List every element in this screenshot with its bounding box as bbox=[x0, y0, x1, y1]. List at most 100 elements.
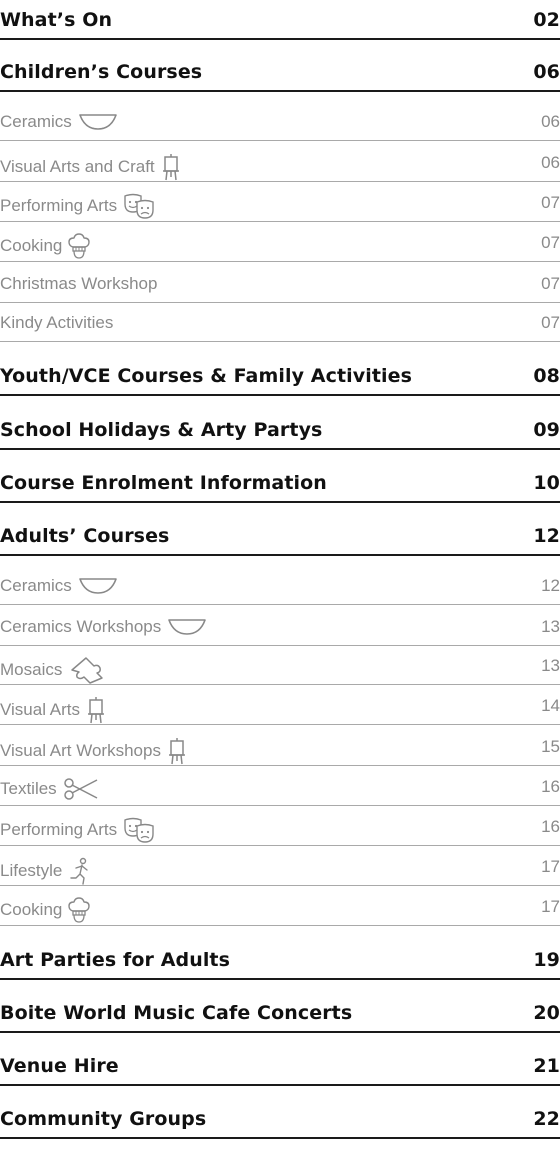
toc-entry-adult-performing-arts[interactable]: Performing Arts 16 bbox=[0, 811, 560, 846]
easel-icon bbox=[167, 737, 187, 765]
running-person-icon bbox=[68, 857, 92, 885]
toc-entry-course-enrolment[interactable]: Course Enrolment Information 10 bbox=[0, 467, 560, 503]
toc-page-number: 22 bbox=[533, 1108, 560, 1130]
toc-title-text: Ceramics bbox=[0, 112, 72, 131]
bowl-icon bbox=[167, 617, 207, 637]
toc-title: Christmas Workshop bbox=[0, 274, 157, 294]
toc-page-number: 06 bbox=[541, 153, 560, 172]
toc-page-number: 13 bbox=[541, 656, 560, 675]
table-of-contents: What’s On 02 Children’s Courses 06 Ceramics 0… bbox=[0, 0, 560, 1162]
toc-entry-adult-ceramics[interactable]: Ceramics 12 bbox=[0, 570, 560, 605]
toc-title-text: Boite World Music Cafe Concerts bbox=[0, 1002, 353, 1024]
toc-title-text: Christmas Workshop bbox=[0, 274, 158, 293]
toc-entry-art-parties-adults[interactable]: Art Parties for Adults 19 bbox=[0, 944, 560, 980]
toc-title-text: Ceramics Workshops bbox=[0, 617, 162, 636]
toc-entry-community-groups[interactable]: Community Groups 22 bbox=[0, 1103, 560, 1139]
toc-title: Children’s Courses bbox=[0, 61, 202, 83]
toc-title: Textiles bbox=[0, 777, 99, 801]
toc-entry-children-cooking[interactable]: Cooking 07 bbox=[0, 227, 560, 262]
toc-title-text: Adults’ Courses bbox=[0, 525, 170, 547]
toc-title-text: Visual Art Workshops bbox=[0, 741, 161, 760]
toc-entry-visual-art-workshops[interactable]: Visual Art Workshops 15 bbox=[0, 731, 560, 766]
toc-page-number: 07 bbox=[541, 233, 560, 252]
toc-title-text: Youth/VCE Courses & Family Activities bbox=[0, 365, 413, 387]
toc-entry-boite-world-music[interactable]: Boite World Music Cafe Concerts 20 bbox=[0, 997, 560, 1033]
toc-entry-adult-cooking[interactable]: Cooking 17 bbox=[0, 891, 560, 926]
toc-title: Ceramics Workshops bbox=[0, 617, 207, 637]
toc-entry-textiles[interactable]: Textiles 16 bbox=[0, 771, 560, 806]
toc-entry-children-performing-arts[interactable]: Performing Arts 07 bbox=[0, 187, 560, 222]
toc-page-number: 12 bbox=[541, 576, 560, 595]
toc-title-text: Art Parties for Adults bbox=[0, 949, 231, 971]
chef-hat-icon bbox=[68, 233, 91, 259]
toc-page-number: 09 bbox=[533, 419, 560, 441]
toc-entry-children-visual-arts-and-craft[interactable]: Visual Arts and Craft 06 bbox=[0, 147, 560, 182]
bowl-icon bbox=[78, 576, 118, 596]
toc-title: School Holidays & Arty Partys bbox=[0, 419, 322, 441]
toc-title: Visual Arts bbox=[0, 696, 106, 724]
toc-entry-youth-vce[interactable]: Youth/VCE Courses & Family Activities 08 bbox=[0, 360, 560, 396]
toc-title-text: Course Enrolment Information bbox=[0, 472, 327, 494]
toc-title-text: Community Groups bbox=[0, 1108, 207, 1130]
mosaic-tile-icon bbox=[68, 656, 106, 684]
toc-title: Visual Art Workshops bbox=[0, 737, 187, 765]
toc-page-number: 17 bbox=[541, 857, 560, 876]
toc-page-number: 12 bbox=[533, 525, 560, 547]
bowl-icon bbox=[78, 112, 118, 132]
toc-entry-adults-courses[interactable]: Adults’ Courses 12 bbox=[0, 520, 560, 556]
toc-title: Performing Arts bbox=[0, 193, 157, 219]
toc-entry-christmas-workshop[interactable]: Christmas Workshop 07 bbox=[0, 268, 560, 303]
toc-title: Cooking bbox=[0, 233, 91, 259]
toc-title: Boite World Music Cafe Concerts bbox=[0, 1002, 352, 1024]
toc-entry-school-holidays[interactable]: School Holidays & Arty Partys 09 bbox=[0, 414, 560, 450]
scissors-icon bbox=[63, 777, 99, 801]
toc-entry-children-ceramics[interactable]: Ceramics 06 bbox=[0, 106, 560, 141]
toc-entry-whats-on[interactable]: What’s On 02 bbox=[0, 4, 560, 40]
toc-title: Ceramics bbox=[0, 576, 118, 596]
toc-page-number: 15 bbox=[541, 737, 560, 756]
toc-title-text: School Holidays & Arty Partys bbox=[0, 419, 323, 441]
toc-page-number: 21 bbox=[533, 1055, 560, 1077]
toc-title-text: Performing Arts bbox=[0, 820, 118, 839]
toc-title-text: Kindy Activities bbox=[0, 313, 114, 332]
toc-title-text: Mosaics bbox=[0, 660, 63, 679]
toc-title: Venue Hire bbox=[0, 1055, 119, 1077]
toc-page-number: 17 bbox=[541, 897, 560, 916]
easel-icon bbox=[86, 696, 106, 724]
toc-page-number: 13 bbox=[541, 617, 560, 636]
toc-page-number: 19 bbox=[533, 949, 560, 971]
toc-title: Youth/VCE Courses & Family Activities bbox=[0, 365, 412, 387]
toc-entry-lifestyle[interactable]: Lifestyle 17 bbox=[0, 851, 560, 886]
toc-page-number: 16 bbox=[541, 817, 560, 836]
toc-title: Art Parties for Adults bbox=[0, 949, 230, 971]
chef-hat-icon bbox=[68, 897, 91, 923]
toc-entry-childrens-courses[interactable]: Children’s Courses 06 bbox=[0, 56, 560, 92]
toc-title: Visual Arts and Craft bbox=[0, 153, 181, 181]
toc-title-text: Lifestyle bbox=[0, 861, 63, 880]
toc-title-text: Ceramics bbox=[0, 576, 72, 595]
toc-title: Kindy Activities bbox=[0, 313, 113, 333]
toc-title: Community Groups bbox=[0, 1108, 206, 1130]
toc-title-text: Textiles bbox=[0, 779, 57, 798]
toc-title-text: Venue Hire bbox=[0, 1055, 119, 1077]
toc-title-text: Children’s Courses bbox=[0, 61, 203, 83]
theatre-masks-icon bbox=[123, 193, 157, 219]
toc-title-text: Performing Arts bbox=[0, 196, 118, 215]
toc-page-number: 14 bbox=[541, 696, 560, 715]
toc-entry-kindy-activities[interactable]: Kindy Activities 07 bbox=[0, 307, 560, 342]
toc-entry-ceramics-workshops[interactable]: Ceramics Workshops 13 bbox=[0, 611, 560, 646]
toc-entry-adult-visual-arts[interactable]: Visual Arts 14 bbox=[0, 690, 560, 725]
toc-title: Ceramics bbox=[0, 112, 118, 132]
toc-title-text: Visual Arts bbox=[0, 700, 81, 719]
toc-title: Lifestyle bbox=[0, 857, 92, 885]
toc-page-number: 16 bbox=[541, 777, 560, 796]
toc-title: What’s On bbox=[0, 9, 112, 31]
toc-page-number: 07 bbox=[541, 274, 560, 293]
toc-title-text: Cooking bbox=[0, 900, 63, 919]
toc-entry-mosaics[interactable]: Mosaics 13 bbox=[0, 650, 560, 685]
toc-entry-venue-hire[interactable]: Venue Hire 21 bbox=[0, 1050, 560, 1086]
theatre-masks-icon bbox=[123, 817, 157, 843]
toc-title: Cooking bbox=[0, 897, 91, 923]
toc-title: Mosaics bbox=[0, 656, 106, 684]
toc-page-number: 20 bbox=[533, 1002, 560, 1024]
